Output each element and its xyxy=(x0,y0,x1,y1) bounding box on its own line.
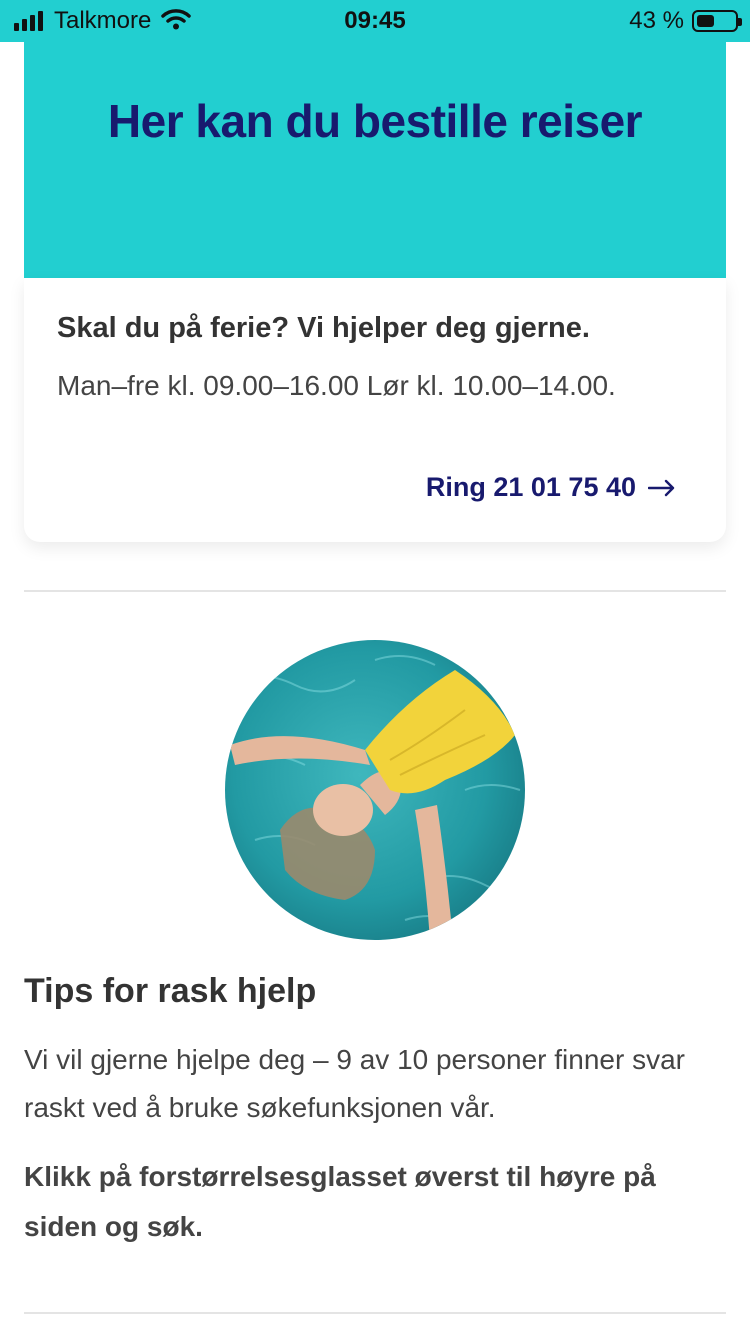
section-divider xyxy=(24,1312,726,1314)
tips-title: Tips for rask hjelp xyxy=(24,972,317,1010)
status-bar: Talkmore 09:45 43 % xyxy=(0,0,750,42)
hero-title: Her kan du bestille reiser xyxy=(107,95,643,147)
battery-percent: 43 % xyxy=(629,7,684,34)
battery-icon xyxy=(692,10,742,32)
booking-card: Skal du på ferie? Vi hjelper deg gjerne.… xyxy=(24,278,726,542)
opening-hours: Man–fre kl. 09.00–16.00 Lør kl. 10.00–14… xyxy=(57,370,616,401)
status-bar-right: 43 % xyxy=(629,7,742,34)
section-divider xyxy=(24,590,726,592)
call-link[interactable]: Ring 21 01 75 40 xyxy=(426,472,676,503)
arrow-right-icon xyxy=(648,479,676,497)
tips-body: Vi vil gjerne hjelpe deg – 9 av 10 perso… xyxy=(24,1044,685,1123)
tips-instruction: Klikk på forstørrelsesglasset øverst til… xyxy=(24,1161,656,1242)
card-heading: Skal du på ferie? Vi hjelper deg gjerne. xyxy=(57,312,590,344)
page: Her kan du bestille reiser Talkmore 09:4… xyxy=(0,0,750,1334)
call-label: Ring 21 01 75 40 xyxy=(425,472,636,502)
photo-woman-floating xyxy=(225,640,525,940)
